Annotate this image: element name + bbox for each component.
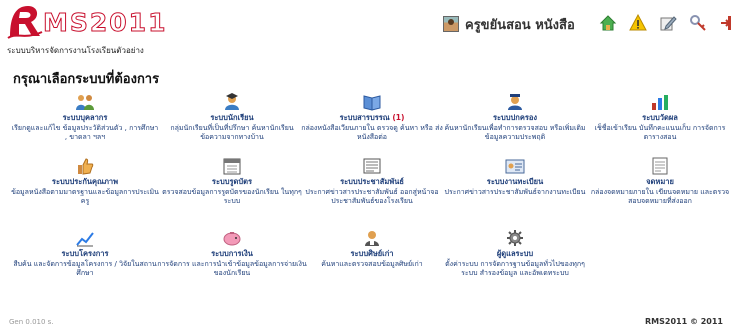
module-desc: ประกาศข่าวสารประชาสัมพันธ์ ออกสู่หน้าจอป…	[305, 188, 439, 205]
book-icon	[361, 92, 383, 112]
avatar	[443, 16, 459, 32]
module-desc: ค้นหาและตรวจสอบข้อมูลศิษย์เก่า	[321, 260, 423, 268]
module-title: ระบบวัดผล	[642, 113, 678, 122]
module-desc: กลุ่มนักเรียนที่เป็นที่ปรึกษา ค้นหานักเร…	[170, 124, 294, 141]
module-quality[interactable]: ระบบประกันคุณภาพ ข้อมูลหนังสือตามมาตรฐาน…	[10, 156, 160, 206]
newspaper-icon	[361, 156, 383, 176]
module-desc: สืบค้น และจัดการข้อมูลโครงการ / วิจัยในส…	[13, 260, 157, 277]
module-card-swipe[interactable]: ระบบรูดบัตร ตรวจสอบข้อมูลการรูดบัตรของนั…	[157, 156, 307, 206]
module-title: ระบบโครงการ	[61, 249, 109, 258]
module-title: ผู้ดูแลระบบ	[496, 249, 534, 258]
unread-badge: (1)	[392, 113, 405, 122]
module-desc: เรียกดูและแก้ไข ข้อมูลประวัติส่วนตัว , ก…	[11, 124, 159, 141]
module-title: จดหมาย	[646, 177, 674, 186]
module-desc: ตั้งค่าระบบ การจัดการฐานข้อมูลทั่วไปของท…	[445, 260, 585, 277]
module-student[interactable]: ระบบนักเรียน กลุ่มนักเรียนที่เป็นที่ปรึก…	[157, 92, 307, 142]
module-personnel[interactable]: ระบบบุคลากร เรียกดูและแก้ไข ข้อมูลประวัต…	[10, 92, 160, 142]
copyright: RMS2011 © 2011	[645, 317, 723, 326]
piggy-bank-icon	[221, 228, 243, 248]
module-title: ระบบสารบรรณ (1)	[339, 113, 405, 122]
module-project[interactable]: ระบบโครงการ สืบค้น และจัดการข้อมูลโครงกา…	[10, 228, 160, 278]
module-title: ระบบรูดบัตร	[211, 177, 253, 186]
module-title: ระบบประชาสัมพันธ์	[340, 177, 404, 186]
module-title: ระบบงานทะเบียน	[486, 177, 544, 186]
user-info: ครูขยันสอน หนังสือ	[443, 13, 575, 35]
calendar-icon	[221, 156, 243, 176]
module-document[interactable]: ระบบสารบรรณ (1) กล่องหนังสือเวียนภายใน ต…	[297, 92, 447, 142]
officer-icon	[504, 92, 526, 112]
user-name[interactable]: ครูขยันสอน หนังสือ	[465, 14, 575, 35]
module-evaluation[interactable]: ระบบวัดผล เช็ชื่อเข้าเรียน บันทึกคะแนนเก…	[585, 92, 731, 142]
letter-icon	[649, 156, 671, 176]
key-icon[interactable]	[688, 13, 708, 33]
module-title: ระบบประกันคุณภาพ	[51, 177, 119, 186]
header: MS2011 ระบบบริหารจัดการงานโรงเรียนตัวอย่…	[0, 0, 731, 58]
warning-icon[interactable]	[628, 13, 648, 33]
school-name: ระบบบริหารจัดการงานโรงเรียนตัวอย่าง	[7, 46, 144, 55]
module-desc: ค้นหานักเรียนเพื่อทำการตรวจสอบ หรือเพิ่ม…	[444, 124, 586, 141]
student-icon	[221, 92, 243, 112]
home-icon[interactable]	[598, 13, 618, 33]
module-desc: กล่องจดหมายภายใน เขียนจดหมาย และตรวจสอบจ…	[590, 188, 730, 205]
module-title: ระบบนักเรียน	[210, 113, 254, 122]
module-desc: กล่องหนังสือเวียนภายใน ตรวจดู ค้นหา หรือ…	[301, 124, 443, 141]
module-mail[interactable]: จดหมาย กล่องจดหมายภายใน เขียนจดหมาย และต…	[585, 156, 731, 206]
page-title: กรุณาเลือกระบบที่ต้องการ	[13, 72, 160, 87]
module-desc: ตรวจสอบข้อมูลการรูดบัตรของนักเรียน ในทุก…	[162, 188, 302, 205]
module-desc: การจัดการ และการนำเข้าข้อมูลข้อมูลการจ่า…	[157, 260, 307, 277]
project-chart-icon	[74, 228, 96, 248]
thumbs-up-icon	[74, 156, 96, 176]
module-title: ระบบปกครอง	[492, 113, 538, 122]
gear-icon	[504, 228, 526, 248]
module-alumni[interactable]: ระบบศิษย์เก่า ค้นหาและตรวจสอบข้อมูลศิษย์…	[297, 228, 447, 269]
edit-icon[interactable]	[658, 13, 678, 33]
module-desc: เช็ชื่อเข้าเรียน บันทึกคะแนนเก็บ การจัดก…	[594, 124, 726, 141]
module-title: ระบบการเงิน	[211, 249, 253, 258]
logo-r-mark	[7, 6, 43, 39]
module-admin[interactable]: ผู้ดูแลระบบ ตั้งค่าระบบ การจัดการฐานข้อม…	[440, 228, 590, 278]
people-icon	[74, 92, 96, 112]
toolbar	[598, 13, 731, 33]
module-desc: ข้อมูลหนังสือตามมาตรฐานและข้อมูลการประเม…	[11, 188, 159, 205]
bar-chart-icon	[649, 92, 671, 112]
rms-logo[interactable]: MS2011	[6, 2, 166, 42]
logo-text: MS2011	[42, 8, 168, 38]
module-registrar[interactable]: ระบบงานทะเบียน ประกาศข่าวสารประชาสัมพันธ…	[440, 156, 590, 197]
logout-icon[interactable]	[718, 13, 731, 33]
module-title: ระบบบุคลากร	[62, 113, 108, 122]
generation-time: Gen 0.010 s.	[9, 318, 54, 326]
module-desc: ประกาศข่าวสารประชาสัมพันธ์จากงานทะเบียน	[444, 188, 586, 196]
module-discipline[interactable]: ระบบปกครอง ค้นหานักเรียนเพื่อทำการตรวจสอ…	[440, 92, 590, 142]
module-pr[interactable]: ระบบประชาสัมพันธ์ ประกาศข่าวสารประชาสัมพ…	[297, 156, 447, 206]
module-finance[interactable]: ระบบการเงิน การจัดการ และการนำเข้าข้อมูล…	[157, 228, 307, 278]
module-title: ระบบศิษย์เก่า	[350, 249, 394, 258]
alumni-icon	[361, 228, 383, 248]
id-card-icon	[504, 156, 526, 176]
